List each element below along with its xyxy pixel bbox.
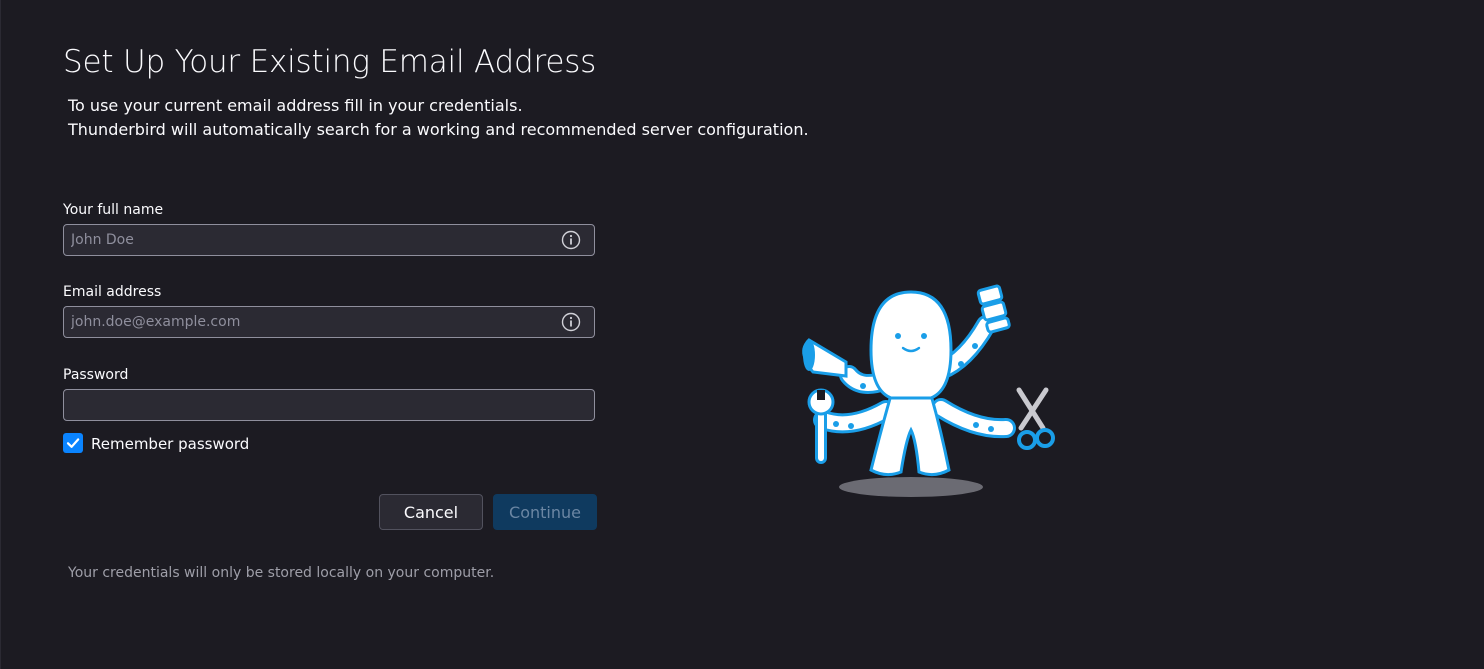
checkmark-icon [66, 438, 80, 448]
cancel-button[interactable]: Cancel [379, 494, 483, 530]
page-title: Set Up Your Existing Email Address [63, 44, 597, 80]
full-name-input[interactable] [63, 224, 595, 256]
info-icon[interactable] [561, 230, 581, 250]
page-subtitle-line-1: To use your current email address fill i… [68, 96, 523, 115]
page-subtitle-line-2: Thunderbird will automatically search fo… [68, 120, 809, 139]
remember-password-label[interactable]: Remember password [91, 435, 249, 453]
continue-button[interactable]: Continue [493, 494, 597, 530]
octopus-mascot-icon [802, 284, 1055, 497]
account-setup-page: Set Up Your Existing Email Address To us… [0, 0, 1484, 669]
full-name-label: Your full name [63, 202, 164, 218]
password-label: Password [63, 367, 129, 383]
info-icon[interactable] [561, 312, 581, 332]
email-input[interactable] [63, 306, 595, 338]
password-input[interactable] [63, 389, 595, 421]
email-label: Email address [63, 284, 162, 300]
credentials-note: Your credentials will only be stored loc… [68, 565, 495, 581]
remember-password-checkbox[interactable] [63, 433, 83, 453]
